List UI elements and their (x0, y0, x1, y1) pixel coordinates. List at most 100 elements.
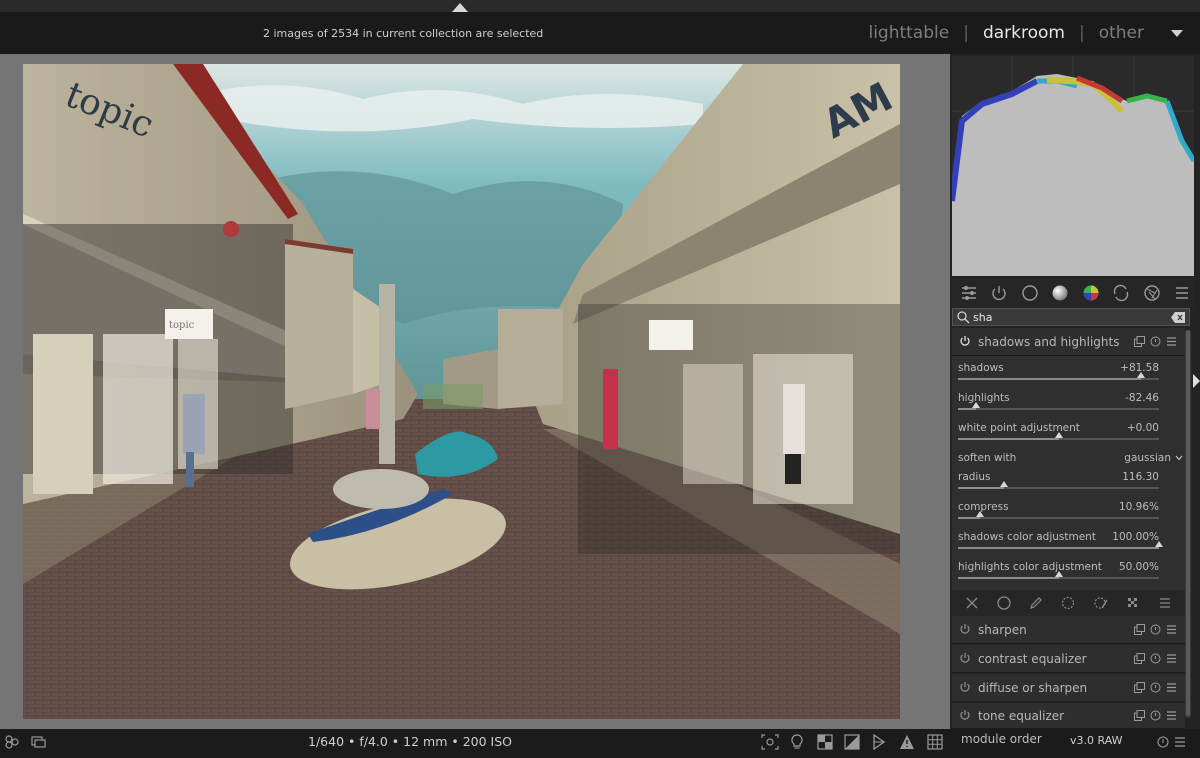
slider-track[interactable] (958, 511, 1159, 519)
guides-grid-icon[interactable] (925, 732, 945, 752)
base-modules-circle-icon[interactable] (1018, 281, 1042, 305)
reset-icon[interactable] (1150, 653, 1161, 664)
module-search-box[interactable] (952, 308, 1190, 326)
image-canvas[interactable]: topic topic AM (23, 64, 900, 719)
multi-instance-icon[interactable] (1134, 710, 1145, 721)
slider-handle-icon[interactable] (972, 402, 981, 408)
slider-track[interactable] (958, 571, 1159, 579)
slider-highlights[interactable]: highlights -82.46 (952, 388, 1185, 417)
slider-fill (958, 547, 1159, 549)
module-order-menu-icon[interactable] (1170, 732, 1190, 752)
slider-label: highlights color adjustment (958, 561, 1102, 573)
module-power-icon[interactable] (952, 678, 978, 697)
second-window-icon[interactable] (28, 732, 48, 752)
drawn-parametric-mask-icon[interactable] (1094, 596, 1108, 610)
multi-instance-icon[interactable] (1134, 682, 1145, 693)
gamut-check-warning-icon[interactable] (897, 732, 917, 752)
module-header-contrast-equalizer[interactable]: contrast equalizer (952, 645, 1185, 673)
slider-shadows-color-adjustment[interactable]: shadows color adjustment 100.00% (952, 527, 1185, 556)
presets-menu-icon[interactable] (1166, 682, 1177, 693)
reset-icon[interactable] (1150, 624, 1161, 635)
slider-fill (958, 408, 977, 410)
active-modules-power-icon[interactable] (988, 281, 1012, 305)
slider-handle-icon[interactable] (1155, 541, 1163, 547)
reset-icon[interactable] (1150, 336, 1161, 347)
slider-track[interactable] (958, 481, 1159, 489)
view-menu-chevron-down-icon[interactable] (1171, 30, 1183, 37)
slider-white-point-adjustment[interactable]: white point adjustment +0.00 (952, 418, 1185, 447)
module-search-input[interactable] (973, 310, 1163, 324)
color-modules-rainbow-icon[interactable] (1079, 281, 1103, 305)
module-order-value[interactable]: v3.0 RAW (1070, 734, 1123, 747)
reset-icon[interactable] (1150, 682, 1161, 693)
presets-menu-icon[interactable] (1166, 624, 1177, 635)
slider-label: highlights (958, 392, 1010, 404)
slider-highlights-color-adjustment[interactable]: highlights color adjustment 50.00% (952, 557, 1185, 586)
presets-menu-icon[interactable] (1166, 653, 1177, 664)
slider-track[interactable] (958, 541, 1163, 549)
histogram[interactable] (949, 56, 1197, 276)
module-header-sharpen[interactable]: sharpen (952, 616, 1185, 644)
slider-compress[interactable]: compress 10.96% (952, 497, 1185, 526)
reset-icon[interactable] (1150, 710, 1161, 721)
color-assessment-bulb-icon[interactable] (787, 732, 807, 752)
top-panel-edge (0, 0, 1200, 12)
slider-fill (958, 487, 1005, 489)
slider-track[interactable] (958, 402, 1159, 410)
styles-icon[interactable] (2, 732, 22, 752)
raw-overexposed-icon[interactable] (815, 732, 835, 752)
slider-track[interactable] (958, 432, 1159, 440)
clipping-indication-icon[interactable] (842, 732, 862, 752)
multi-instance-icon[interactable] (1134, 336, 1145, 347)
combobox-soften-with[interactable]: soften with gaussian (952, 448, 1185, 468)
module-header-shadows-and-highlights[interactable]: shadows and highlights (952, 328, 1185, 356)
view-other[interactable]: other (1099, 23, 1144, 43)
module-power-icon[interactable] (952, 332, 978, 351)
module-group-toolbar (952, 278, 1194, 308)
focus-peaking-icon[interactable] (760, 732, 780, 752)
multi-instance-icon[interactable] (1134, 624, 1145, 635)
slider-handle-icon[interactable] (1054, 432, 1063, 438)
view-darkroom[interactable]: darkroom (983, 23, 1065, 43)
module-header-diffuse-or-sharpen[interactable]: diffuse or sharpen (952, 674, 1185, 702)
clear-search-icon[interactable] (1171, 312, 1185, 323)
parametric-mask-icon[interactable] (1061, 596, 1075, 610)
collapse-top-panel-arrow-icon[interactable] (452, 3, 468, 12)
drawn-mask-pen-icon[interactable] (1029, 596, 1043, 610)
effect-modules-aperture-icon[interactable] (1140, 281, 1164, 305)
right-panel-scrollbar-thumb[interactable] (1186, 330, 1190, 716)
view-lighttable[interactable]: lighttable (868, 23, 949, 43)
softproof-icon[interactable] (869, 732, 889, 752)
module-power-icon[interactable] (952, 706, 978, 725)
view-switcher: lighttable | darkroom | other (868, 23, 1144, 43)
correct-modules-arrows-icon[interactable] (1110, 281, 1134, 305)
slider-track[interactable] (958, 372, 1159, 380)
module-body-shadows-and-highlights: shadows +81.58 highlights -82.46 white p… (952, 356, 1185, 590)
module-order-label: module order (961, 732, 1042, 746)
slider-label: shadows color adjustment (958, 531, 1096, 543)
collapse-right-panel-arrow-icon[interactable] (1193, 374, 1200, 388)
slider-radius[interactable]: radius 116.30 (952, 467, 1185, 496)
module-groups-menu-icon[interactable] (1171, 281, 1195, 305)
combobox-value[interactable]: gaussian (1124, 452, 1171, 464)
blend-menu-icon[interactable] (1158, 596, 1172, 610)
slider-handle-icon[interactable] (1054, 571, 1063, 577)
module-power-icon[interactable] (952, 620, 978, 639)
slider-fill (958, 378, 1141, 380)
module-power-icon[interactable] (952, 649, 978, 668)
slider-handle-icon[interactable] (1000, 481, 1009, 487)
slider-shadows[interactable]: shadows +81.58 (952, 358, 1185, 387)
blend-off-close-icon[interactable] (965, 596, 979, 610)
presets-menu-icon[interactable] (1166, 710, 1177, 721)
module-header-tone-equalizer[interactable]: tone equalizer (952, 703, 1185, 729)
chevron-down-icon[interactable] (1175, 455, 1183, 461)
multi-instance-icon[interactable] (1134, 653, 1145, 664)
tone-modules-sphere-icon[interactable] (1049, 281, 1073, 305)
quick-access-sliders-icon[interactable] (957, 281, 981, 305)
uniform-mask-circle-icon[interactable] (997, 596, 1011, 610)
slider-handle-icon[interactable] (1136, 372, 1145, 378)
slider-handle-icon[interactable] (976, 511, 985, 517)
slider-label: shadows (958, 362, 1004, 374)
presets-menu-icon[interactable] (1166, 336, 1177, 347)
raster-mask-checker-icon[interactable] (1126, 596, 1140, 610)
